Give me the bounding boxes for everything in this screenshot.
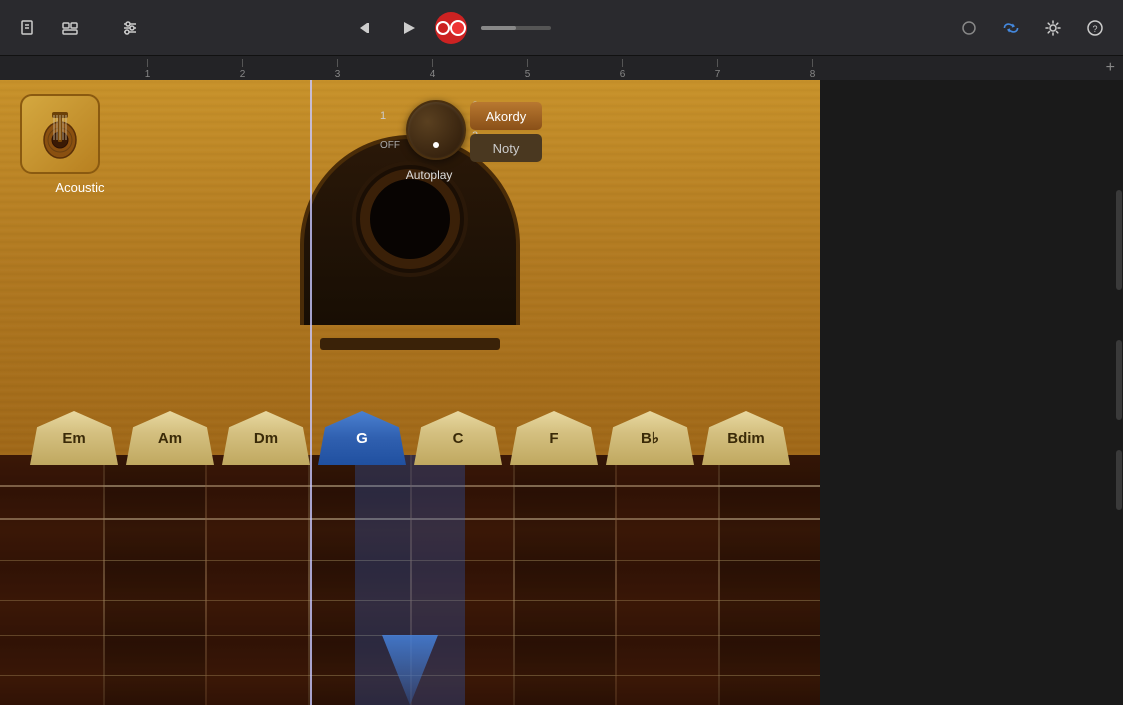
mode-buttons: Akordy Noty [470,102,542,162]
ruler-marks: 12345678 [100,56,1123,80]
autoplay-panel: 1 OFF 2 3 4 Autoplay [380,100,478,182]
ruler-mark-4: 4 [385,59,480,80]
fret-region-7 [718,455,821,705]
chord-button-Am[interactable]: Am [126,411,214,465]
ruler-mark-6: 6 [575,59,670,80]
chord-button-F[interactable]: F [510,411,598,465]
knob-label-off: OFF [380,140,400,151]
ruler-mark-2: 2 [195,59,290,80]
chords-mode-button[interactable]: Akordy [470,102,542,130]
ruler-mark-1: 1 [100,59,195,80]
svg-text:?: ? [1093,24,1098,34]
scroll-thumb[interactable] [1116,190,1122,290]
chord-button-Dm[interactable]: Dm [222,411,310,465]
chord-button-Bdim[interactable]: Bdim [702,411,790,465]
fret-region-6 [615,455,718,705]
play-button[interactable] [393,14,425,42]
fret-region-1 [103,455,206,705]
toolbar-right: ? [953,14,1111,42]
fret-region-5 [513,455,616,705]
fretboard-area: EmAmDmGCFB♭Bdim [0,395,820,705]
chord-button-C[interactable]: C [414,411,502,465]
toolbar-transport [351,12,551,44]
mixer-button[interactable] [114,14,146,42]
autoplay-title: Autoplay [406,168,453,182]
ruler: 12345678 + [0,56,1123,80]
instrument-icon-box[interactable] [20,94,100,174]
chords-row: EmAmDmGCFB♭Bdim [0,395,820,465]
ruler-mark-3: 3 [290,59,385,80]
rewind-button[interactable] [351,14,383,42]
metronome-button[interactable] [953,14,985,42]
volume-fill [481,26,516,30]
knob-label-1: 1 [380,110,400,122]
scroll-thumb-3[interactable] [1116,450,1122,510]
chord-button-G[interactable]: G [318,411,406,465]
instrument-selector[interactable]: Acoustic [20,94,140,195]
scrollbar[interactable] [1115,160,1123,705]
autoplay-knob[interactable] [406,100,466,160]
record-button[interactable] [435,12,467,44]
track-type-button[interactable] [54,14,86,42]
instrument-name: Acoustic [20,180,140,195]
main-area: Acoustic 1 OFF [0,80,1123,705]
timeline-cursor [310,80,312,705]
chord-button-Em[interactable]: Em [30,411,118,465]
fret-region-0 [0,455,103,705]
knob-dot [433,142,439,148]
help-button[interactable]: ? [1079,14,1111,42]
volume-slider[interactable] [481,26,551,30]
fretboard[interactable] [0,455,820,705]
right-panel [820,80,1123,705]
autoplay-knob-area: 1 OFF 2 3 4 [380,100,478,160]
scroll-thumb-2[interactable] [1116,340,1122,420]
toolbar-left [12,14,86,42]
chord-button-Bb[interactable]: B♭ [606,411,694,465]
loop-button[interactable] [995,14,1027,42]
knob-labels-left: 1 OFF [380,110,400,151]
add-track-button[interactable]: + [1106,59,1115,77]
guitar-icon [30,104,90,164]
toolbar: ? [0,0,1123,56]
settings-button[interactable] [1037,14,1069,42]
ruler-mark-7: 7 [670,59,765,80]
fret-region-2 [205,455,308,705]
notes-mode-button[interactable]: Noty [470,134,542,162]
ruler-mark-8: 8 [765,59,860,80]
new-document-button[interactable] [12,14,44,42]
app-container: ? 12345678 + [0,0,1123,705]
instrument-panel: Acoustic 1 OFF [0,80,820,705]
ruler-mark-5: 5 [480,59,575,80]
